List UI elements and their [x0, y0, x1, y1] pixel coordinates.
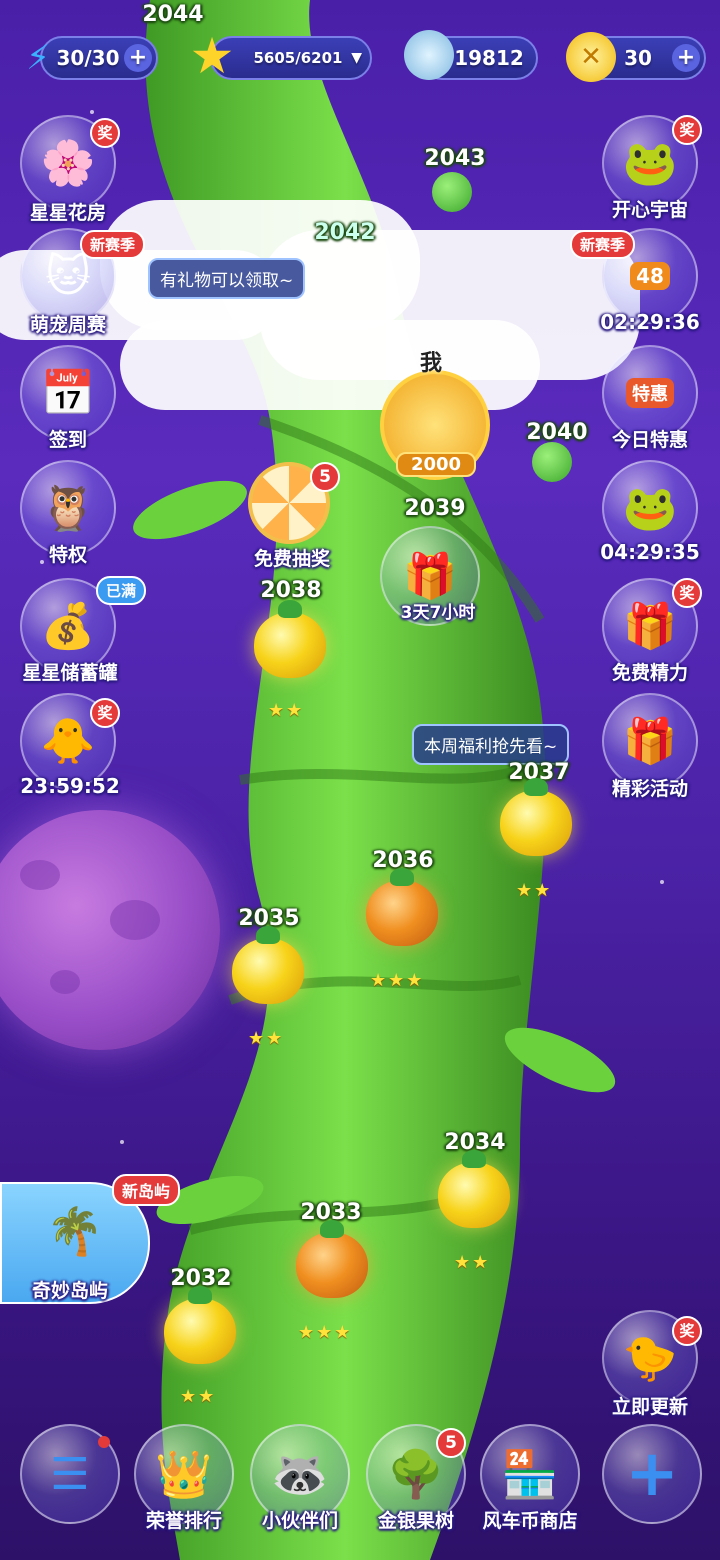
tree-icon: 🌳 — [387, 1446, 445, 1501]
palm-tree-icon: 🌴 — [46, 1204, 104, 1258]
happy-universe-label: 开心宇宙 — [611, 199, 688, 221]
event-timer: 23:59:52 — [20, 774, 120, 798]
coin-value: 19812 — [454, 46, 524, 70]
list-menu-icon: ☰ — [50, 1448, 90, 1500]
level-stars: ★★ — [248, 1028, 285, 1049]
notification-dot — [98, 1436, 110, 1448]
level-node-locked[interactable] — [432, 172, 472, 212]
tree-count-badge: 5 — [436, 1428, 466, 1458]
level-node[interactable] — [296, 1220, 368, 1298]
chick-icon: 🐤 — [622, 1333, 678, 1384]
cat-icon: 🐱 — [45, 250, 91, 302]
gift-icon: 🎁 — [402, 551, 458, 602]
frog-icon: 🐸 — [622, 483, 678, 534]
pet-weekly-label: 萌宠周赛 — [29, 314, 106, 336]
level-node[interactable] — [500, 778, 572, 856]
chevron-down-icon: ▼ — [351, 50, 362, 66]
level-node[interactable] — [164, 1286, 236, 1364]
full-badge: 已满 — [96, 576, 147, 605]
season-level: 48 — [630, 262, 670, 290]
reward-badge: 奖 — [672, 578, 702, 608]
level-node[interactable] — [254, 600, 326, 678]
flower-icon: 🌸 — [40, 138, 96, 189]
new-island-badge: 新岛屿 — [112, 1174, 181, 1206]
windmill-coin-value: 30 — [624, 46, 652, 70]
level-number: 2040 — [526, 420, 588, 445]
frog-event-timer: 04:29:35 — [600, 540, 700, 564]
level-node[interactable] — [366, 868, 438, 946]
level-stars: ★★★ — [370, 970, 425, 991]
shop-icon: 🏪 — [501, 1446, 559, 1501]
star-icon: ★ — [189, 27, 235, 85]
player-label: 我 — [420, 351, 443, 376]
windmill-coin-icon: ✕ — [566, 32, 616, 82]
chick-icon: 🐥 — [40, 716, 96, 767]
plus-icon: + — [625, 1437, 679, 1511]
gift-icon: 🎁 — [622, 601, 678, 652]
windmill-shop-label: 风车币商店 — [482, 1510, 578, 1532]
owl-icon: 🦉 — [40, 483, 96, 534]
level-node[interactable] — [232, 926, 304, 1004]
lottery-count-badge: 5 — [310, 462, 340, 492]
gift-box-timer: 3天7小时 — [400, 603, 476, 623]
level-stars: ★★★ — [298, 1322, 353, 1343]
weekly-tooltip: 本周福利抢先看~ — [412, 724, 570, 765]
level-stars: ★★ — [516, 880, 553, 901]
frog-icon: 🐸 — [622, 138, 678, 189]
checkin-label: 签到 — [48, 429, 87, 451]
level-number: 2043 — [424, 146, 486, 171]
new-season-badge: 新赛季 — [570, 230, 636, 259]
add-energy-button[interactable]: + — [124, 44, 152, 72]
update-label: 立即更新 — [611, 1396, 688, 1418]
reward-badge: 奖 — [672, 1316, 702, 1346]
star-flower-house-label: 星星花房 — [29, 202, 106, 224]
silver-coin-icon — [404, 30, 454, 80]
reward-badge: 奖 — [90, 698, 120, 728]
reward-badge: 奖 — [90, 118, 120, 148]
level-number: 2044 — [142, 2, 204, 27]
expand-button[interactable]: + — [602, 1424, 702, 1524]
level-number: 2039 — [404, 496, 466, 521]
add-windmill-coin-button[interactable]: + — [672, 44, 700, 72]
level-stars: ★★ — [268, 700, 305, 721]
free-energy-label: 免费精力 — [611, 662, 688, 684]
lottery-label: 免费抽奖 — [253, 548, 330, 570]
gift-boxes-icon: 🎁 — [622, 716, 678, 767]
player-level: 2000 — [396, 452, 476, 477]
privilege-label: 特权 — [48, 544, 87, 566]
calendar-icon: 📅 — [40, 368, 96, 419]
star-piggy-bank-label: 星星储蓄罐 — [22, 662, 118, 684]
treasure-icon: 💰 — [40, 601, 96, 652]
star-progress-value: 5605/6201 — [253, 49, 343, 67]
crown-icon: 👑 — [155, 1446, 213, 1501]
level-stars: ★★ — [454, 1252, 491, 1273]
gift-tooltip: 有礼物可以领取~ — [148, 258, 306, 299]
new-season-badge: 新赛季 — [80, 230, 146, 259]
level-node-locked[interactable] — [532, 442, 572, 482]
special-offer-tag: 特惠 — [626, 378, 674, 408]
lightning-icon: ⚡ — [26, 38, 50, 78]
level-number: 2042 — [314, 220, 376, 245]
raccoon-icon: 🦝 — [271, 1446, 329, 1501]
season-timer: 02:29:36 — [600, 310, 700, 334]
events-label: 精彩活动 — [611, 778, 688, 800]
reward-badge: 奖 — [672, 115, 702, 145]
level-stars: ★★ — [180, 1386, 217, 1407]
level-node[interactable] — [438, 1150, 510, 1228]
island-label: 奇妙岛屿 — [31, 1280, 108, 1302]
